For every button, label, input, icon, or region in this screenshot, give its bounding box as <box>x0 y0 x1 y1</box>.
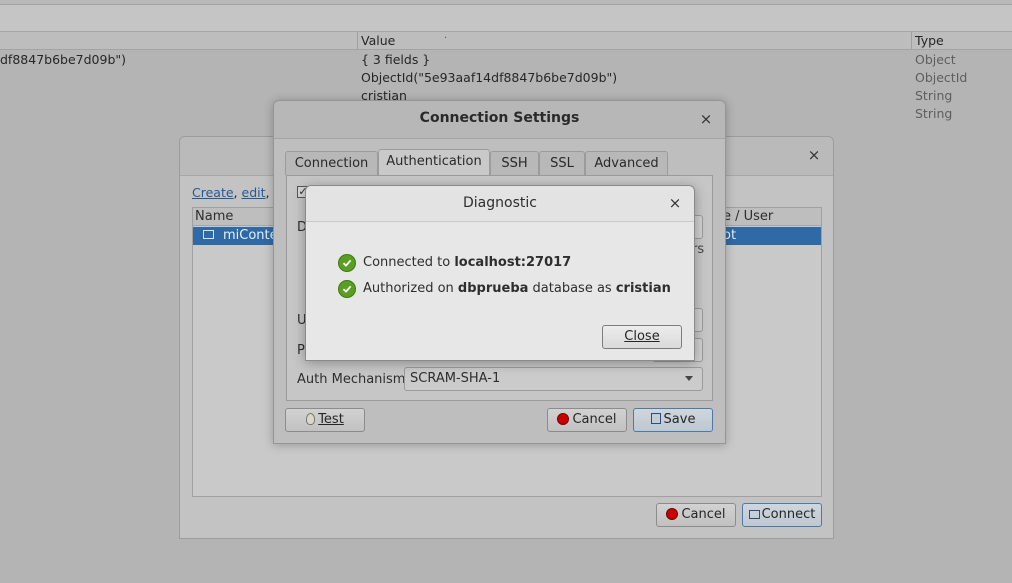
sort-indicator-icon: · <box>444 33 448 44</box>
create-link[interactable]: Create <box>192 185 234 200</box>
close-icon[interactable]: × <box>667 195 683 211</box>
column-header-type[interactable]: Type <box>915 33 944 48</box>
diagnostic-dialog: Diagnostic × Connected to localhost:2701… <box>305 185 695 361</box>
close-icon[interactable]: × <box>806 147 822 163</box>
results-table-header <box>0 32 1012 50</box>
tab-authentication[interactable]: Authentication <box>378 149 490 176</box>
computer-icon <box>203 230 214 239</box>
column-header-value[interactable]: Value <box>361 33 395 48</box>
toolbar <box>0 5 1012 32</box>
lightbulb-icon <box>306 413 316 425</box>
cancel-icon <box>557 413 570 425</box>
connect-button[interactable]: Connect <box>742 503 822 527</box>
user-name: cristian <box>615 281 671 296</box>
dialog-title: Connection Settings <box>419 110 580 126</box>
auth-mechanism-label: Auth Mechanism <box>297 372 406 387</box>
tab-ssl[interactable]: SSL <box>539 151 585 175</box>
edit-link[interactable]: edit <box>242 185 266 200</box>
close-icon[interactable]: × <box>698 111 714 127</box>
table-cell-type[interactable]: String <box>915 106 952 121</box>
table-cell-value[interactable]: ObjectId("5e93aaf14df8847b6be7d09b") <box>361 70 617 85</box>
database-name: dbprueba <box>457 281 529 296</box>
table-cell-type[interactable]: String <box>915 88 952 103</box>
table-cell-type[interactable]: ObjectId <box>915 70 967 85</box>
column-separator[interactable] <box>357 32 358 50</box>
column-separator[interactable] <box>911 32 912 50</box>
save-button[interactable]: Save <box>633 408 713 432</box>
connect-icon <box>748 510 760 519</box>
dialog-title: Diagnostic <box>463 195 537 211</box>
table-cell-value[interactable]: { 3 fields } <box>361 52 430 67</box>
cancel-button[interactable]: Cancel <box>547 408 627 432</box>
auth-mechanism-select[interactable]: SCRAM-SHA-1 <box>404 367 703 391</box>
authorized-message: Authorized on dbprueba database as crist… <box>363 281 671 296</box>
connection-name: miConte <box>223 228 278 243</box>
host-name: localhost:27017 <box>454 255 572 270</box>
close-button[interactable]: Close <box>602 325 682 349</box>
success-check-icon <box>338 280 356 298</box>
success-check-icon <box>338 254 356 272</box>
table-cell-key[interactable]: df8847b6be7d09b") <box>0 52 126 67</box>
column-header-name[interactable]: Name <box>195 209 233 224</box>
tab-ssh[interactable]: SSH <box>490 151 539 175</box>
connection-links: Create, edit, r <box>192 185 279 200</box>
connected-message: Connected to localhost:27017 <box>363 255 572 270</box>
cancel-button[interactable]: Cancel <box>656 503 736 527</box>
cancel-icon <box>666 508 679 520</box>
tab-connection[interactable]: Connection <box>285 151 378 175</box>
test-button[interactable]: Test <box>285 408 365 432</box>
chevron-down-icon <box>685 376 693 381</box>
tab-advanced[interactable]: Advanced <box>585 151 668 175</box>
column-header-auth[interactable]: e / User <box>723 209 773 224</box>
table-cell-type[interactable]: Object <box>915 52 956 67</box>
save-icon <box>650 413 661 424</box>
auth-mechanism-value: SCRAM-SHA-1 <box>410 371 501 386</box>
